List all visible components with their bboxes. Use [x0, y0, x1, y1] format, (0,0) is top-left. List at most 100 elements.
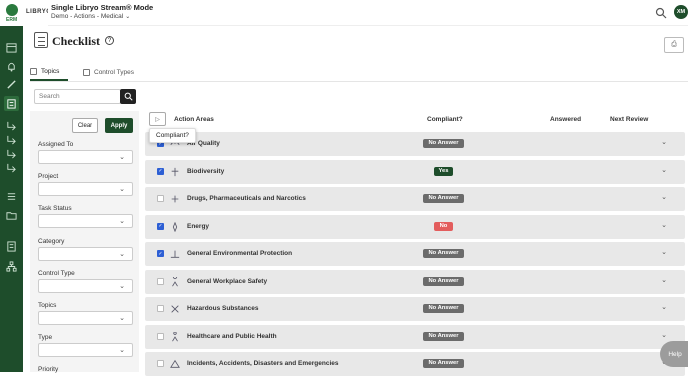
- checklist-icon: [34, 32, 48, 48]
- row-checkbox[interactable]: ✓: [157, 250, 164, 257]
- project-select[interactable]: ⌄: [38, 182, 133, 196]
- divider: [30, 81, 688, 82]
- column-compliant[interactable]: Compliant?: [427, 116, 463, 123]
- logo-text: ERM: [6, 17, 18, 23]
- chevron-down-icon[interactable]: ⌄: [661, 331, 667, 339]
- brand-logo[interactable]: ERM LIBRYO: [0, 0, 51, 26]
- arrow-return-icon[interactable]: [4, 160, 19, 175]
- clear-button[interactable]: Clear: [72, 118, 98, 133]
- table-row[interactable]: Incidents, Accidents, Disasters and Emer…: [145, 352, 685, 376]
- arrow-return-icon[interactable]: [4, 132, 19, 147]
- row-name: Incidents, Accidents, Disasters and Emer…: [187, 360, 339, 367]
- page-title: Checklist: [52, 34, 100, 48]
- table-row[interactable]: Hazardous Substances No Answer ⌄: [145, 297, 685, 321]
- task-status-select[interactable]: ⌄: [38, 214, 133, 228]
- row-checkbox[interactable]: ✓: [157, 167, 164, 175]
- chevron-down-icon: ⌄: [119, 283, 125, 290]
- bell-icon[interactable]: [4, 59, 19, 74]
- clipboard-icon[interactable]: [4, 96, 19, 111]
- avatar[interactable]: XM: [674, 5, 688, 19]
- row-checkbox[interactable]: [157, 305, 164, 312]
- topics-select[interactable]: ⌄: [38, 311, 133, 325]
- column-next-review[interactable]: Next Review: [610, 116, 648, 123]
- column-action-areas[interactable]: Action Areas: [174, 116, 214, 123]
- table-row[interactable]: Drugs, Pharmaceuticals and Narcotics No A…: [145, 187, 685, 211]
- chevron-down-icon: ⌄: [119, 154, 125, 161]
- status-badge: No Answer: [423, 194, 464, 203]
- calendar-icon[interactable]: [4, 40, 19, 55]
- chevron-down-icon: ⌄: [119, 218, 125, 225]
- chevron-down-icon[interactable]: ⌄: [661, 138, 667, 146]
- side-nav: [0, 0, 23, 372]
- search-input[interactable]: [34, 89, 121, 104]
- column-answered[interactable]: Answered: [550, 116, 581, 123]
- status-badge: No Answer: [423, 139, 464, 148]
- chevron-down-icon: ⌄: [119, 347, 125, 354]
- chevron-down-icon[interactable]: ⌄: [661, 166, 667, 174]
- status-badge: No: [434, 221, 453, 231]
- row-checkbox[interactable]: [157, 277, 164, 285]
- filter-label: Topics: [38, 302, 57, 309]
- search-button[interactable]: [120, 89, 136, 104]
- chevron-down-icon[interactable]: ⌄: [661, 193, 667, 201]
- document-icon[interactable]: [4, 239, 19, 254]
- category-select[interactable]: ⌄: [38, 247, 133, 261]
- assigned-to-select[interactable]: ⌄: [38, 150, 133, 164]
- topic-icon: [172, 276, 178, 286]
- arrow-return-icon[interactable]: [4, 118, 19, 133]
- type-select[interactable]: ⌄: [38, 343, 133, 357]
- export-button[interactable]: ⎙: [664, 37, 684, 53]
- table-row[interactable]: General Workplace Safety No Answer ⌄: [145, 269, 685, 294]
- topic-icon: [170, 250, 180, 258]
- play-icon: ▷: [155, 116, 160, 123]
- chevron-down-icon[interactable]: ⌄: [661, 221, 667, 229]
- list-icon[interactable]: [4, 189, 19, 204]
- status-badge: No Answer: [423, 331, 464, 341]
- mode-title: Single Libryo Stream® Mode: [51, 3, 154, 12]
- chevron-down-icon[interactable]: ⌄: [661, 276, 667, 284]
- help-button[interactable]: Help: [660, 341, 688, 367]
- play-button[interactable]: ▷: [149, 112, 166, 126]
- topic-icon: [171, 167, 179, 176]
- topics-icon: [30, 67, 37, 75]
- row-checkbox[interactable]: [157, 360, 164, 367]
- filter-label: Project: [38, 173, 59, 180]
- row-checkbox[interactable]: [157, 332, 164, 340]
- row-checkbox[interactable]: [157, 195, 164, 202]
- control-type-select[interactable]: ⌄: [38, 279, 133, 293]
- hierarchy-icon[interactable]: [4, 259, 19, 274]
- table-row[interactable]: ✓ Biodiversity Yes ⌄: [145, 159, 685, 184]
- chevron-down-icon: ⌄: [119, 186, 125, 193]
- row-checkbox[interactable]: ✓: [157, 222, 164, 230]
- filter-label: Assigned To: [38, 141, 74, 148]
- tools-icon[interactable]: [4, 77, 19, 92]
- row-name: Healthcare and Public Health: [187, 332, 277, 340]
- help-icon[interactable]: ?: [105, 36, 114, 45]
- filter-label: Category: [38, 238, 65, 245]
- chevron-down-icon[interactable]: ⌄: [661, 303, 667, 311]
- chevron-down-icon[interactable]: ⌄: [661, 248, 667, 256]
- folder-icon[interactable]: [4, 208, 19, 223]
- table-row[interactable]: ✓ General Environmental Protection No Answ…: [145, 242, 685, 266]
- search-icon[interactable]: [655, 6, 667, 19]
- apply-button[interactable]: Apply: [105, 118, 133, 133]
- arrow-return-icon[interactable]: [4, 146, 19, 161]
- filter-label: Type: [38, 334, 53, 341]
- row-name: Hazardous Substances: [187, 305, 259, 312]
- topic-icon: [170, 359, 180, 368]
- tab-topics[interactable]: Topics: [30, 63, 68, 81]
- stream-selector[interactable]: Demo - Actions - Medical ⌄: [51, 13, 130, 20]
- tab-label: Topics: [41, 67, 60, 75]
- table-row[interactable]: Healthcare and Public Health No Answer ⌄: [145, 324, 685, 349]
- row-name: General Environmental Protection: [187, 250, 293, 257]
- tab-control-types[interactable]: Control Types: [83, 63, 134, 81]
- chevron-down-icon: ⌄: [119, 251, 125, 258]
- table-row[interactable]: ✓ Energy No ⌄: [145, 214, 685, 239]
- table-row[interactable]: ✓ Air Quality No Answer ⌄: [145, 132, 685, 156]
- topic-icon: [171, 305, 179, 313]
- row-name: Biodiversity: [187, 167, 225, 175]
- filter-label: Task Status: [38, 205, 72, 212]
- row-name: Energy: [187, 222, 210, 230]
- topic-icon: [171, 195, 179, 203]
- search-icon: [124, 92, 133, 101]
